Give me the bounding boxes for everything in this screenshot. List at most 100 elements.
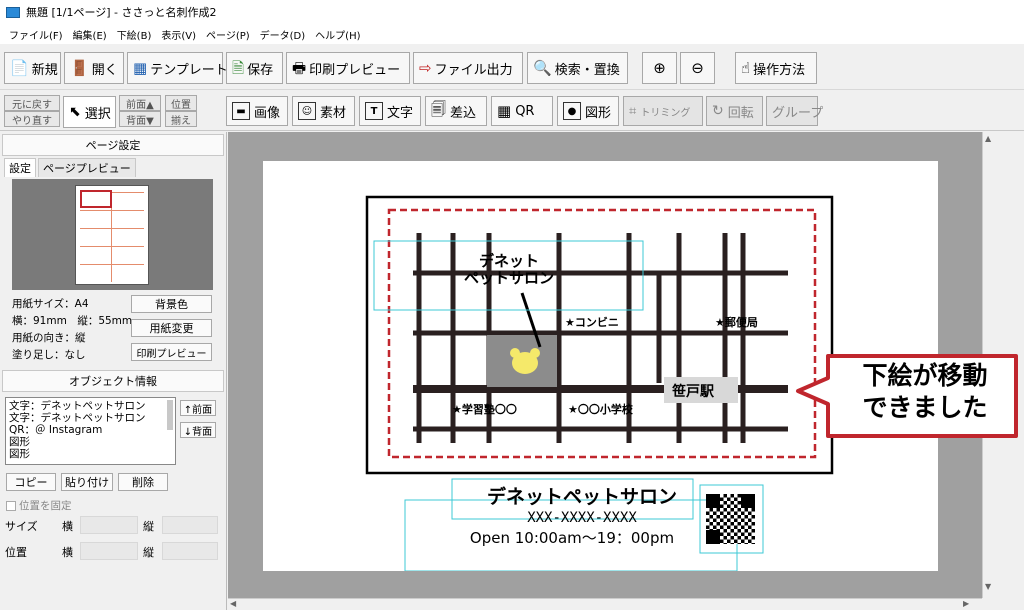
qr-button[interactable]: ▦ QR: [491, 96, 553, 126]
list-item[interactable]: 文字：デネットペットサロン: [9, 400, 172, 412]
text-button[interactable]: T 文字: [359, 96, 421, 126]
align-label-top[interactable]: 位置: [165, 95, 197, 111]
lock-position-label: 位置を固定: [19, 500, 72, 512]
file-export-icon: ⇨: [419, 58, 432, 77]
template-icon: ▦: [133, 58, 148, 77]
menu-page[interactable]: ページ(P): [201, 27, 255, 42]
side-print-preview-button[interactable]: 印刷プレビュー: [131, 343, 212, 361]
object-list[interactable]: 文字：デネットペットサロン 文字：デネットペットサロン QR：＠ Instagr…: [5, 397, 176, 465]
card-title[interactable]: デネットペットサロン: [445, 482, 719, 509]
pos-y-field[interactable]: [162, 542, 218, 560]
file-output-button[interactable]: ⇨ ファイル出力: [413, 52, 523, 84]
paste-button[interactable]: 貼り付け: [61, 473, 113, 491]
app-icon: [6, 6, 20, 18]
menu-view[interactable]: 表示(V): [156, 27, 201, 42]
image-icon: ▬: [232, 102, 250, 120]
cursor-icon: ⬉: [69, 104, 81, 120]
send-back-button[interactable]: 背面▼: [119, 111, 161, 127]
printer-icon: 🖶: [292, 58, 307, 77]
align-label-bottom[interactable]: 揃え: [165, 111, 197, 127]
current-card-marker: [80, 190, 112, 208]
image-button[interactable]: ▬ 画像: [226, 96, 288, 126]
material-button[interactable]: ☺ 素材: [292, 96, 355, 126]
qr-code[interactable]: [706, 494, 755, 544]
zoom-in-button[interactable]: ⊕: [642, 52, 677, 84]
card-hours[interactable]: Open 10:00am〜19：00pm: [413, 527, 731, 548]
change-paper-button[interactable]: 用紙変更: [131, 319, 212, 337]
undo-button[interactable]: 元に戻す: [4, 95, 60, 111]
list-scrollbar[interactable]: [167, 400, 173, 430]
print-preview-button[interactable]: 🖶 印刷プレビュー: [286, 52, 410, 84]
size-h-field[interactable]: [162, 516, 218, 534]
menu-file[interactable]: ファイル(F): [4, 27, 68, 42]
merge-button[interactable]: 🗐 差込: [425, 96, 487, 126]
scroll-left-arrow-icon[interactable]: ◀: [230, 599, 236, 608]
scroll-up-arrow-icon[interactable]: ▲: [985, 134, 991, 143]
rotate-button[interactable]: ↻ 回転: [706, 96, 763, 126]
list-item[interactable]: 図形: [9, 448, 172, 460]
page-settings-header: ページ設定: [2, 134, 224, 156]
tab-page-preview[interactable]: ページプレビュー: [38, 158, 136, 177]
size-w-label: 横: [62, 520, 73, 533]
card-phone[interactable]: XXX-XXXX-XXXX: [445, 510, 719, 526]
paper-info: 用紙サイズ：A4 横：91mm 縦：55mm 用紙の向き：縦 塗り足し：なし: [12, 296, 132, 364]
edit-toolbar: 元に戻す やり直す ⬉ 選択 前面▲ 背面▼ 位置 揃え ▬ 画像 ☺ 素材 T 文字 …: [0, 91, 1024, 131]
trimming-button[interactable]: ⌗ トリミング: [623, 96, 703, 126]
list-item[interactable]: 文字：デネットペットサロン: [9, 412, 172, 424]
lock-position-checkbox[interactable]: [6, 500, 16, 511]
object-info-header: オブジェクト情報: [2, 370, 224, 392]
post-office-label: ★郵便局: [715, 316, 758, 329]
howto-button[interactable]: ☝ 操作方法: [735, 52, 817, 84]
scroll-right-arrow-icon[interactable]: ▶: [963, 599, 969, 608]
new-file-icon: 📄: [10, 58, 29, 77]
menu-underlay[interactable]: 下絵(B): [112, 27, 157, 42]
hand-pointer-icon: ☝: [741, 58, 751, 77]
lock-position-row: 位置を固定: [6, 498, 72, 513]
crop-icon: ⌗: [629, 103, 637, 119]
page-settings-tabs: 設定 ページプレビュー: [4, 158, 136, 177]
object-back-button[interactable]: ↓背面: [180, 422, 216, 438]
list-item[interactable]: QR：＠ Instagram: [9, 424, 172, 436]
callout-text: 下絵が移動 できました: [862, 361, 988, 422]
delete-button[interactable]: 削除: [118, 473, 168, 491]
main-toolbar: 📄 新規 🚪 開く ▦ テンプレート 🗎 保存 🖶 印刷プレビュー ⇨ ファイル出力 🔍 検索…: [0, 46, 1024, 90]
horizontal-scrollbar[interactable]: ◀ ▶: [228, 598, 982, 610]
select-tool-button[interactable]: ⬉ 選択: [63, 96, 116, 128]
template-button[interactable]: ▦ テンプレート: [127, 52, 228, 84]
bring-front-button[interactable]: 前面▲: [119, 95, 161, 111]
open-door-icon: 🚪: [70, 58, 89, 77]
scroll-down-arrow-icon[interactable]: ▼: [985, 582, 991, 591]
tab-settings[interactable]: 設定: [4, 158, 36, 177]
size-w-field[interactable]: [80, 516, 138, 534]
zoom-out-icon: ⊖: [691, 58, 704, 77]
open-button[interactable]: 🚪 開く: [64, 52, 124, 84]
shape-button[interactable]: ● 図形: [557, 96, 619, 126]
object-front-button[interactable]: ↑前面: [180, 400, 216, 416]
shape-icon: ●: [563, 102, 581, 120]
group-button[interactable]: グループ: [766, 96, 823, 126]
size-h-label: 縦: [143, 520, 154, 533]
menu-edit[interactable]: 編集(E): [68, 27, 112, 42]
background-color-button[interactable]: 背景色: [131, 295, 212, 313]
menu-help[interactable]: ヘルプ(H): [310, 27, 365, 42]
menu-data[interactable]: データ(D): [255, 27, 311, 42]
pos-x-label: 横: [62, 546, 73, 559]
zoom-in-icon: ⊕: [653, 58, 666, 77]
list-item[interactable]: 図形: [9, 436, 172, 448]
window-title: 無題 [1/1ページ] - ささっと名刺作成2: [26, 6, 217, 19]
salon-map-label[interactable]: デネット ペットサロン: [459, 253, 559, 287]
menu-bar: ファイル(F) 編集(E) 下絵(B) 表示(V) ページ(P) データ(D) …: [0, 24, 1024, 44]
zoom-out-button[interactable]: ⊖: [680, 52, 715, 84]
qr-icon: ▦: [497, 102, 512, 120]
school-label: ★〇〇小学校: [568, 403, 633, 416]
pos-x-field[interactable]: [80, 542, 138, 560]
save-button[interactable]: 🗎 保存: [226, 52, 283, 84]
station-label: 笹戸駅: [672, 384, 714, 400]
redo-button[interactable]: やり直す: [4, 111, 60, 127]
bleed-text: 塗り足し：なし: [12, 349, 86, 361]
copy-button[interactable]: コピー: [6, 473, 56, 491]
page-thumbnail[interactable]: [75, 185, 149, 285]
new-button[interactable]: 📄 新規: [4, 52, 61, 84]
search-replace-button[interactable]: 🔍 検索・置換: [527, 52, 628, 84]
pos-y-label: 縦: [143, 546, 154, 559]
